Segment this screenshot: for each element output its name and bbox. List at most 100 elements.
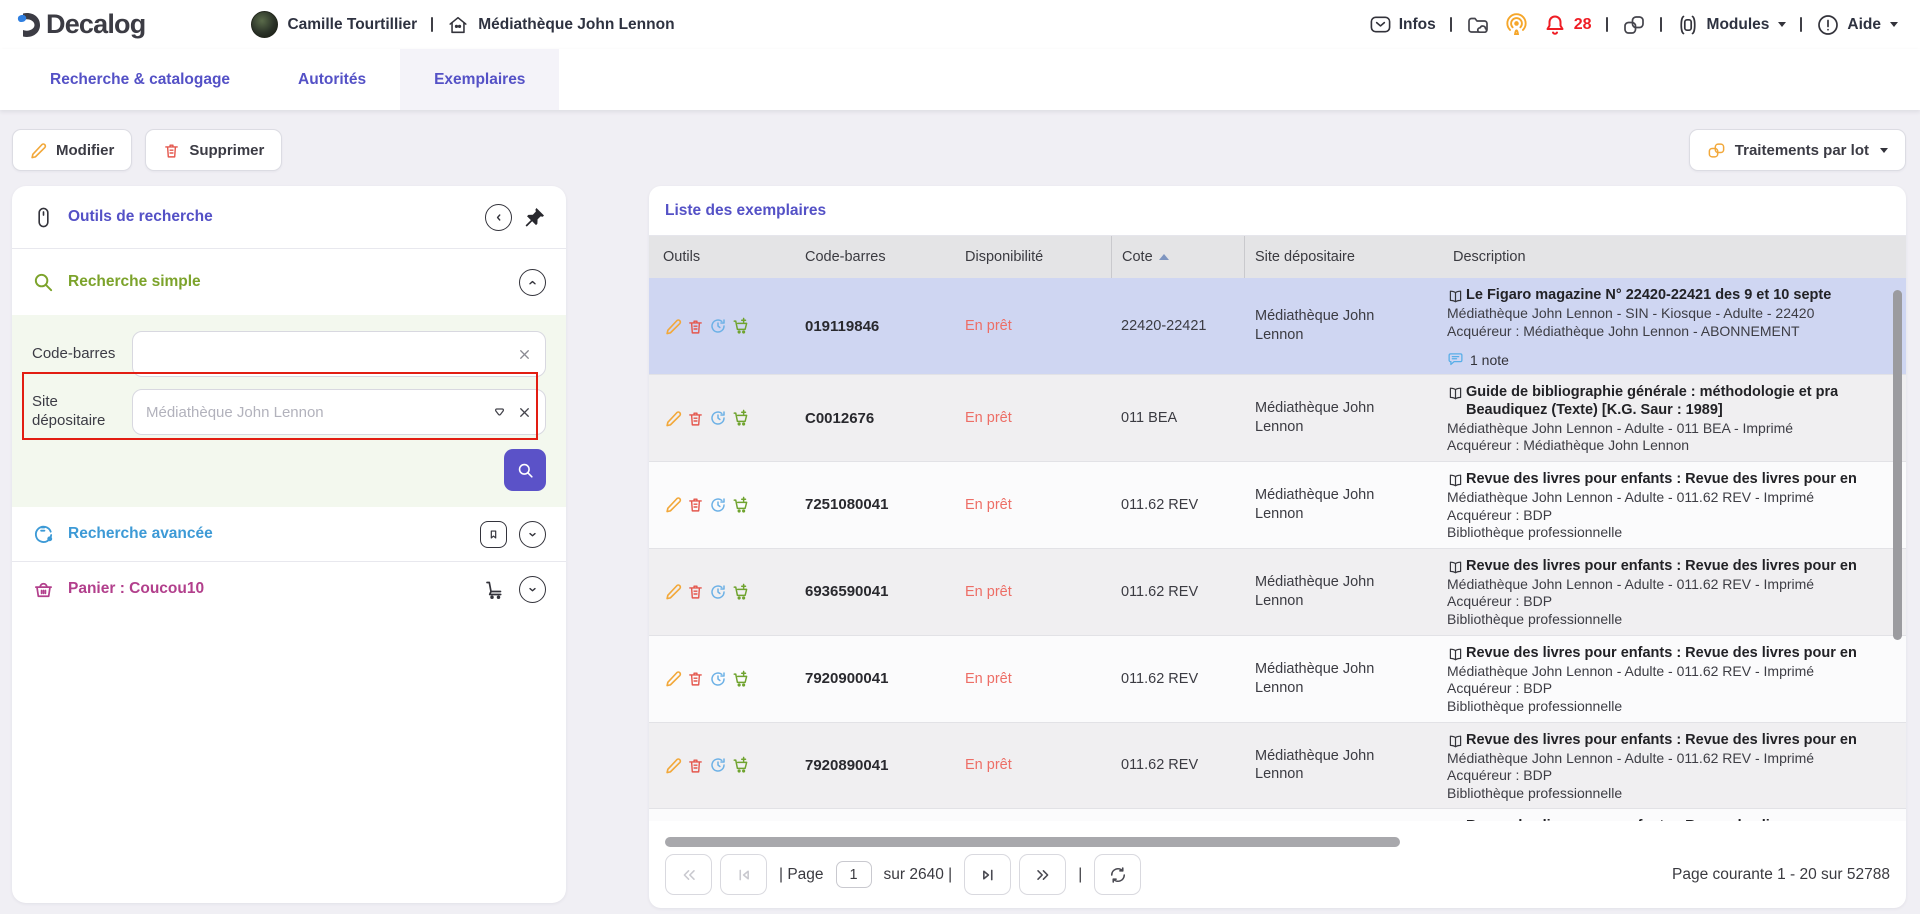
- delete-item-icon[interactable]: [687, 496, 704, 513]
- page-total-label: sur 2640 |: [884, 866, 953, 884]
- table-row[interactable]: 019119846En prêt22420-22421Médiathèque J…: [649, 278, 1906, 375]
- infos-button[interactable]: Infos: [1369, 13, 1436, 36]
- add-to-cart-icon[interactable]: [732, 317, 750, 335]
- vertical-scrollbar[interactable]: [1893, 290, 1902, 640]
- column-site-depositaire[interactable]: Site dépositaire: [1245, 236, 1443, 278]
- history-item-icon[interactable]: [709, 583, 727, 601]
- edit-item-icon[interactable]: [665, 318, 682, 335]
- broadcast-button[interactable]: [1504, 12, 1529, 37]
- traitements-label: Traitements par lot: [1735, 142, 1869, 159]
- aide-label: Aide: [1847, 16, 1881, 34]
- history-item-icon[interactable]: [709, 317, 727, 335]
- item-description-line: Acquéreur : Médiathèque John Lennon - AB…: [1447, 323, 1906, 341]
- table-row[interactable]: C0012676En prêt011 BEAMédiathèque John L…: [649, 375, 1906, 462]
- last-page-button[interactable]: [1019, 854, 1066, 895]
- edit-item-icon[interactable]: [665, 410, 682, 427]
- table-row[interactable]: 7920910041En prêt011.62 REVMédiathèque J…: [649, 809, 1906, 821]
- decalog-logo[interactable]: Decalog: [14, 9, 145, 40]
- code-barres-row: Code-barres: [32, 331, 546, 377]
- column-code-barres[interactable]: Code-barres: [795, 236, 955, 278]
- inbox-icon: [1369, 13, 1392, 36]
- aide-menu[interactable]: Aide: [1816, 13, 1898, 37]
- table-row[interactable]: 7920890041En prêt011.62 REVMédiathèque J…: [649, 723, 1906, 810]
- first-page-button[interactable]: [665, 854, 712, 895]
- page-number-input[interactable]: [836, 861, 872, 888]
- edit-item-icon[interactable]: [665, 670, 682, 687]
- row-tools: [649, 375, 795, 461]
- history-item-icon[interactable]: [709, 496, 727, 514]
- collapse-panel-button[interactable]: [485, 204, 512, 231]
- panier-header[interactable]: Panier : Coucou10: [12, 562, 566, 616]
- site-depositaire-label: Site dépositaire: [32, 393, 132, 431]
- description-cell: Revue des livres pour enfants : Revue de…: [1443, 723, 1906, 809]
- modules-menu[interactable]: Modules: [1676, 13, 1787, 37]
- recherche-simple-header[interactable]: Recherche simple: [12, 249, 566, 315]
- supprimer-button[interactable]: Supprimer: [145, 129, 282, 171]
- item-title: Guide de bibliographie générale : méthod…: [1466, 384, 1838, 402]
- history-item-icon[interactable]: [709, 409, 727, 427]
- edit-item-icon[interactable]: [665, 583, 682, 600]
- pagination-separator: |: [1078, 866, 1082, 884]
- saved-searches-button[interactable]: [480, 521, 507, 548]
- code-barres-input[interactable]: [146, 346, 508, 363]
- tab-recherche-catalogage[interactable]: Recherche & catalogage: [16, 49, 264, 110]
- edit-item-icon[interactable]: [665, 757, 682, 774]
- delete-item-icon[interactable]: [687, 410, 704, 427]
- delete-item-icon[interactable]: [687, 670, 704, 687]
- notification-count: 28: [1574, 16, 1592, 34]
- cart-icon[interactable]: [483, 577, 507, 601]
- collapse-section-button[interactable]: [519, 269, 546, 296]
- header-separator: [1800, 17, 1802, 32]
- tab-autorites[interactable]: Autorités: [264, 49, 400, 110]
- delete-item-icon[interactable]: [687, 583, 704, 600]
- add-to-cart-icon[interactable]: [732, 670, 750, 688]
- add-to-cart-icon[interactable]: [732, 756, 750, 774]
- add-to-cart-icon[interactable]: [732, 496, 750, 514]
- search-submit-button[interactable]: [504, 449, 546, 491]
- expand-section-button[interactable]: [519, 576, 546, 603]
- tab-exemplaires[interactable]: Exemplaires: [400, 49, 559, 110]
- refresh-button[interactable]: [1094, 854, 1141, 895]
- site-depositaire-value: Médiathèque John Lennon: [1255, 660, 1387, 698]
- dropdown-triangle-icon[interactable]: [491, 404, 508, 421]
- clear-icon[interactable]: [517, 405, 532, 420]
- user-menu[interactable]: Camille Tourtillier: [251, 11, 417, 38]
- availability-status: En prêt: [965, 318, 1012, 334]
- pin-icon[interactable]: [524, 206, 546, 228]
- library-menu[interactable]: Médiathèque John Lennon: [447, 14, 674, 36]
- podcast-icon: [1504, 12, 1529, 37]
- horizontal-scrollbar[interactable]: [665, 837, 1400, 847]
- clear-icon[interactable]: [517, 347, 532, 362]
- files-button[interactable]: [1466, 13, 1490, 37]
- notifications-button[interactable]: 28: [1543, 13, 1592, 37]
- history-item-icon[interactable]: [709, 756, 727, 774]
- delete-item-icon[interactable]: [687, 757, 704, 774]
- column-cote[interactable]: Cote: [1111, 236, 1245, 278]
- column-description[interactable]: Description: [1443, 236, 1906, 278]
- traitements-par-lot-button[interactable]: Traitements par lot: [1689, 129, 1906, 171]
- add-to-cart-icon[interactable]: [732, 583, 750, 601]
- next-page-button[interactable]: [964, 854, 1011, 895]
- table-row[interactable]: 7920900041En prêt011.62 REVMédiathèque J…: [649, 636, 1906, 723]
- edit-item-icon[interactable]: [665, 496, 682, 513]
- pencil-icon: [30, 142, 47, 159]
- table-row[interactable]: 6936590041En prêt011.62 REVMédiathèque J…: [649, 549, 1906, 636]
- user-avatar: [251, 11, 278, 38]
- item-description-line: Acquéreur : BDP: [1447, 680, 1906, 698]
- modifier-button[interactable]: Modifier: [12, 129, 132, 171]
- note-badge[interactable]: 1 note: [1447, 351, 1906, 368]
- expand-section-button[interactable]: [519, 521, 546, 548]
- chevron-down-icon: [1890, 22, 1898, 27]
- recherche-avancee-header[interactable]: Recherche avancée: [12, 507, 566, 561]
- add-to-cart-icon[interactable]: [732, 409, 750, 427]
- links-button[interactable]: [1622, 13, 1646, 37]
- site-depositaire-input[interactable]: [146, 404, 482, 421]
- fast-forward-icon: [1033, 865, 1053, 885]
- rewind-icon: [679, 865, 699, 885]
- table-row[interactable]: 7251080041En prêt011.62 REVMédiathèque J…: [649, 462, 1906, 549]
- history-item-icon[interactable]: [709, 670, 727, 688]
- delete-item-icon[interactable]: [687, 318, 704, 335]
- previous-page-button[interactable]: [720, 854, 767, 895]
- column-disponibilite[interactable]: Disponibilité: [955, 236, 1111, 278]
- header-separator: [1660, 17, 1662, 32]
